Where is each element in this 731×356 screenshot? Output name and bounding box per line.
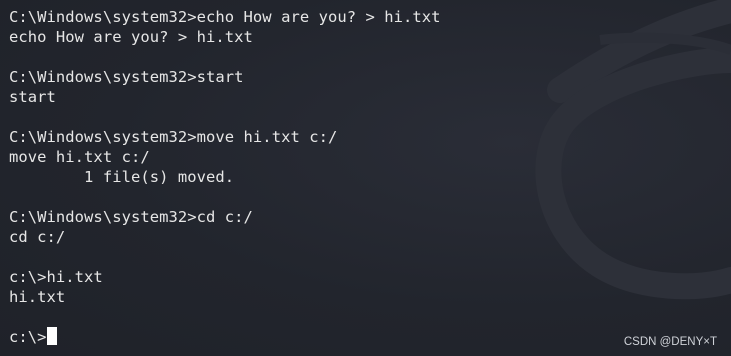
terminal-line: cd c:/	[9, 228, 66, 246]
terminal-line: start	[9, 88, 56, 106]
watermark: CSDN @DENY×T	[623, 336, 717, 348]
terminal-line: C:\Windows\system32>start	[9, 68, 244, 86]
terminal-line: c:\>hi.txt	[9, 268, 103, 286]
terminal-line: C:\Windows\system32>echo How are you? > …	[9, 8, 441, 26]
terminal-line: hi.txt	[9, 288, 66, 306]
text-cursor	[46, 327, 57, 345]
prompt-line[interactable]: c:\>	[9, 327, 731, 347]
terminal-line: 1 file(s) moved.	[9, 168, 235, 186]
terminal-window[interactable]: C:\Windows\system32>echo How are you? > …	[0, 0, 731, 356]
terminal-line: C:\Windows\system32>move hi.txt c:/	[9, 128, 338, 146]
terminal-line: move hi.txt c:/	[9, 148, 150, 166]
terminal-output: C:\Windows\system32>echo How are you? > …	[9, 7, 731, 347]
prompt-text: c:\>	[9, 328, 47, 346]
terminal-line: C:\Windows\system32>cd c:/	[9, 208, 253, 226]
terminal-line: echo How are you? > hi.txt	[9, 28, 253, 46]
